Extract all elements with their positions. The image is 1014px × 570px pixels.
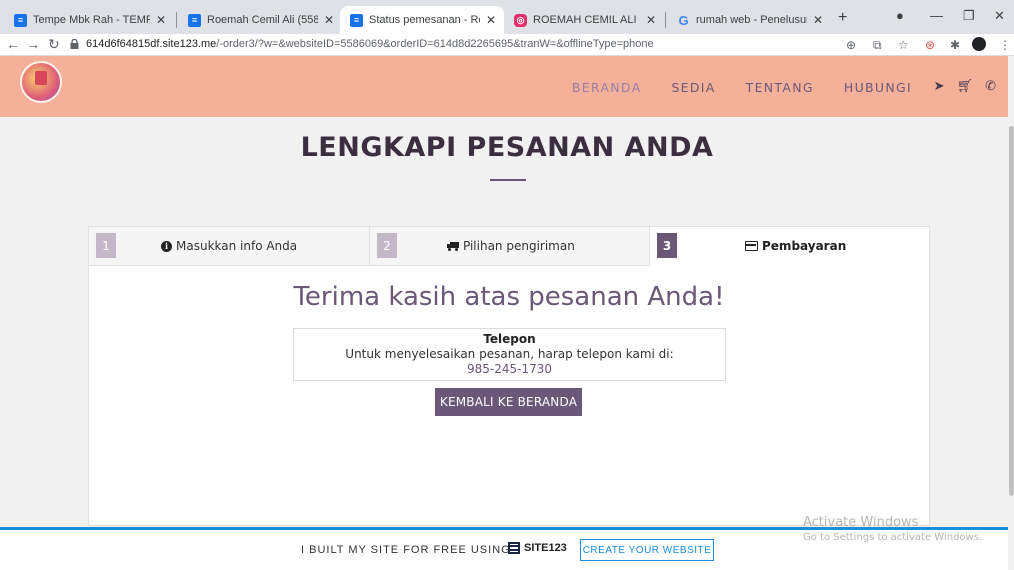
- browser-tab[interactable]: ≡ Roemah Cemil Ali (5586069) ✕: [178, 6, 342, 34]
- step-label: Pembayaran: [745, 239, 846, 253]
- tab-title: Roemah Cemil Ali (5586069): [207, 14, 318, 26]
- close-tab-icon[interactable]: ✕: [644, 13, 658, 27]
- menu-item-beranda[interactable]: BERANDA: [572, 80, 642, 95]
- phone-info-box: Telepon Untuk menyelesaikan pesanan, har…: [293, 328, 726, 381]
- create-website-button[interactable]: CREATE YOUR WEBSITE: [580, 539, 714, 561]
- header-icons: ➤ 🛒︎ ✆: [934, 78, 996, 94]
- browser-tab[interactable]: G rumah web - Penelusuran Go ✕: [667, 6, 831, 34]
- step-number: 3: [657, 233, 677, 258]
- close-tab-icon[interactable]: ✕: [322, 13, 336, 27]
- url-path: /-order3/?w=&websiteID=5586069&orderID=6…: [216, 38, 654, 50]
- browser-tab[interactable]: ◎ ROEMAH CEMIL ALI (@roem ✕: [504, 6, 664, 34]
- send-icon[interactable]: ➤: [934, 78, 945, 94]
- avatar[interactable]: [972, 37, 986, 51]
- close-window-icon[interactable]: ✕: [994, 8, 1005, 24]
- close-tab-icon[interactable]: ✕: [484, 13, 498, 27]
- lock-icon: [70, 39, 79, 49]
- watermark-line2: Go to Settings to activate Windows.: [803, 532, 983, 543]
- instagram-icon: ◎: [514, 13, 527, 27]
- tab-title: rumah web - Penelusuran Go: [696, 14, 807, 26]
- step-label: i Masukkan info Anda: [161, 239, 297, 253]
- puzzle-extensions-icon[interactable]: ✱: [950, 38, 960, 52]
- site-header: BERANDA SEDIA TENTANG HUBUNGI ➤ 🛒︎ ✆: [0, 56, 1008, 117]
- thank-you-heading: Terima kasih atas pesanan Anda!: [293, 282, 725, 312]
- close-tab-icon[interactable]: ✕: [811, 13, 825, 27]
- browser-tab-active[interactable]: ≡ Status pemesanan - Roemah ✕: [340, 6, 504, 34]
- google-icon: G: [678, 12, 689, 28]
- page-title: LENGKAPI PESANAN ANDA: [300, 132, 714, 163]
- step-label-text: Masukkan info Anda: [176, 239, 298, 253]
- scrollbar-thumb[interactable]: [1009, 126, 1014, 496]
- title-divider: [490, 179, 526, 181]
- step-tab-shipping[interactable]: 2 Pilihan pengiriman: [369, 227, 649, 266]
- step-number: 2: [377, 233, 397, 258]
- windows-activation-watermark: Activate Windows Go to Settings to activ…: [803, 515, 982, 543]
- site123-brand[interactable]: SITE123: [508, 542, 567, 554]
- info-icon: i: [161, 240, 172, 252]
- main-menu: BERANDA SEDIA TENTANG HUBUNGI: [572, 80, 912, 95]
- step-label-text: Pilihan pengiriman: [463, 239, 575, 253]
- new-tab-icon[interactable]: +: [838, 9, 847, 27]
- browser-tab[interactable]: ≡ Tempe Mbk Rah - TEMPE MB ✕: [4, 6, 174, 34]
- bookmark-star-icon[interactable]: ☆: [898, 38, 909, 52]
- step-number: 1: [96, 233, 116, 258]
- tab-title: Status pemesanan - Roemah: [369, 14, 480, 26]
- minimize-icon[interactable]: —: [930, 8, 943, 23]
- translate-icon[interactable]: ⧉: [873, 38, 882, 53]
- menu-item-tentang[interactable]: TENTANG: [746, 80, 814, 95]
- phone-number[interactable]: 985-245-1730: [294, 362, 725, 376]
- tab-title: Tempe Mbk Rah - TEMPE MB: [33, 14, 150, 26]
- forward-icon[interactable]: →: [26, 36, 40, 52]
- step-label-text: Pembayaran: [762, 239, 847, 253]
- more-menu-icon[interactable]: ⋮: [999, 38, 1011, 52]
- step-label: Pilihan pengiriman: [447, 239, 575, 253]
- checkout-panel: 1 i Masukkan info Anda 2 Pilihan pengiri…: [88, 226, 930, 526]
- back-to-home-button[interactable]: KEMBALI KE BERANDA: [435, 388, 582, 416]
- extension-icon[interactable]: ⊛: [925, 38, 935, 52]
- menu-item-sedia[interactable]: SEDIA: [671, 80, 715, 95]
- phone-instructions: Untuk menyelesaikan pesanan, harap telep…: [345, 347, 674, 361]
- install-app-icon[interactable]: ⊕: [846, 38, 856, 52]
- back-icon[interactable]: ←: [6, 36, 20, 52]
- profile-menu-icon[interactable]: ●: [896, 8, 904, 23]
- cart-icon[interactable]: 🛒︎: [957, 78, 974, 94]
- restore-icon[interactable]: ❐: [963, 8, 975, 24]
- site123-icon: ≡: [350, 13, 363, 27]
- address-bar: ← → ↻ 614d6f64815df.site123.me/-order3/?…: [0, 34, 1014, 56]
- step-tab-payment[interactable]: 3 Pembayaran: [649, 227, 929, 266]
- browser-tab-bar: ≡ Tempe Mbk Rah - TEMPE MB ✕ ≡ Roemah Ce…: [0, 0, 1014, 34]
- phone-icon[interactable]: ✆: [985, 78, 996, 94]
- url-host: 614d6f64815df.site123.me: [86, 38, 217, 50]
- credit-card-icon: [745, 241, 758, 251]
- close-tab-icon[interactable]: ✕: [154, 13, 168, 27]
- reload-icon[interactable]: ↻: [48, 36, 60, 53]
- watermark-line1: Activate Windows: [803, 515, 919, 530]
- phone-title: Telepon: [483, 332, 536, 346]
- site123-brand-text: SITE123: [524, 542, 567, 554]
- menu-item-hubungi[interactable]: HUBUNGI: [844, 80, 912, 95]
- site123-icon: ≡: [14, 13, 27, 27]
- step-tab-info[interactable]: 1 i Masukkan info Anda: [89, 227, 369, 266]
- built-with-text: I BUILT MY SITE FOR FREE USING: [301, 544, 511, 556]
- url-field[interactable]: 614d6f64815df.site123.me/-order3/?w=&web…: [86, 38, 654, 50]
- site-logo[interactable]: [20, 61, 62, 103]
- site123-logo-icon: [508, 542, 520, 554]
- tab-title: ROEMAH CEMIL ALI (@roem: [533, 14, 640, 26]
- truck-icon: [447, 241, 459, 251]
- site123-icon: ≡: [188, 13, 201, 27]
